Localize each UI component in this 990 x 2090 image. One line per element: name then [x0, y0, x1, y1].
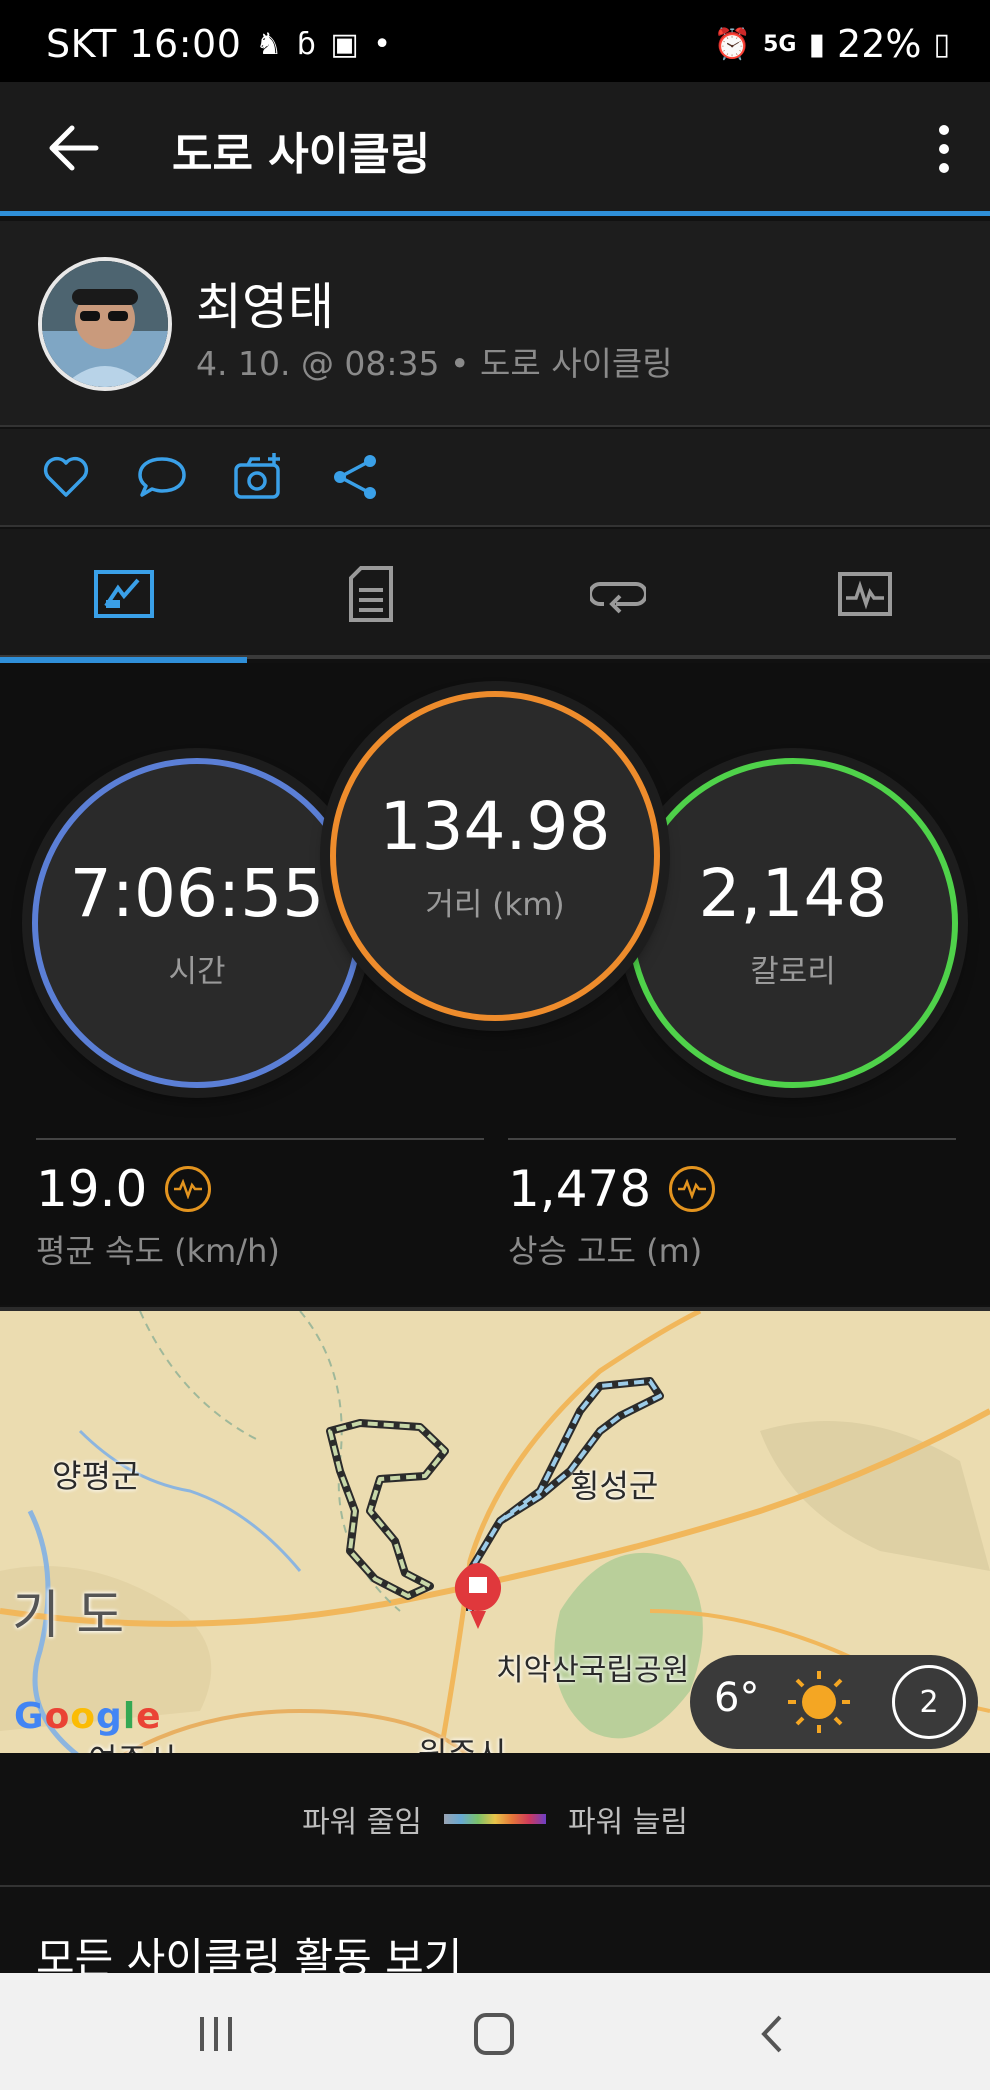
wind-speed: 2: [919, 1684, 939, 1720]
laps-icon: [589, 582, 646, 614]
distance-ring: 134.98 거리 (km): [330, 691, 660, 1021]
google-logo: Google: [14, 1696, 162, 1737]
overview-icon: [93, 570, 154, 618]
status-left: SKT 16:00 ♞ ɓ ▣ •: [46, 22, 391, 66]
home-icon[interactable]: [464, 2009, 524, 2059]
ascent-value: 1,478: [508, 1160, 652, 1218]
wind-indicator: 2: [892, 1665, 966, 1739]
tab-charts[interactable]: [741, 529, 988, 659]
notification-icon: ♞: [255, 26, 283, 62]
performance-icon[interactable]: [165, 1166, 212, 1212]
like-icon[interactable]: [40, 451, 92, 503]
details-icon: [348, 566, 393, 622]
map-label-gido: 기 도: [12, 1586, 125, 1646]
tab-laps[interactable]: [494, 529, 741, 659]
calories-ring: 2,148 칼로리: [628, 758, 958, 1088]
activity-subtitle: 4. 10. @ 08:35 • 도로 사이클링: [196, 344, 673, 383]
battery-icon: ▯: [933, 26, 950, 62]
distance-value: 134.98: [379, 788, 611, 865]
sun-icon: [788, 1671, 850, 1733]
power-gradient-bar: [444, 1814, 546, 1824]
action-row: [0, 429, 990, 527]
time-value: 7:06:55: [69, 855, 325, 932]
route-map[interactable]: 양평군 횡성군 기 도 치악산국립공원 원주시 여주시 Google 6° 2: [0, 1307, 990, 1753]
ascent-label: 상승 고도 (m): [508, 1232, 703, 1270]
map-label-chiaksan: 치악산국립공원: [496, 1653, 690, 1688]
back-icon[interactable]: [742, 2009, 802, 2059]
recent-apps-icon[interactable]: [186, 2009, 246, 2059]
calories-value: 2,148: [698, 855, 888, 932]
map-label-hoengseong: 횡성군: [570, 1467, 659, 1505]
calories-label: 칼로리: [750, 954, 836, 990]
page-title: 도로 사이클링: [172, 129, 431, 180]
more-options-icon[interactable]: [934, 124, 954, 174]
map-label-yangpyeong: 양평군: [52, 1457, 141, 1495]
back-arrow-icon[interactable]: [44, 118, 104, 178]
alarm-icon: ⏰: [713, 26, 752, 62]
comment-icon[interactable]: [136, 451, 188, 503]
status-right: ⏰ 5G ▮ 22% ▯: [714, 22, 950, 66]
add-photo-icon[interactable]: [232, 451, 284, 503]
avg-speed-metric: 19.0 평균 속도 (km/h): [36, 1138, 484, 1272]
signal-icon: ▮: [808, 26, 826, 62]
tab-bar: [0, 529, 990, 663]
charts-icon: [837, 572, 892, 616]
share-icon[interactable]: [330, 451, 382, 503]
network-type: 5G: [763, 31, 797, 57]
system-nav-bar: [0, 1973, 990, 2090]
performance-icon[interactable]: [669, 1166, 716, 1212]
distance-label: 거리 (km): [425, 887, 565, 923]
tab-details[interactable]: [247, 529, 494, 659]
app-bar: 도로 사이클링: [0, 82, 990, 216]
tab-overview[interactable]: [0, 529, 247, 663]
map-label-wonju: 원주시: [418, 1729, 506, 1753]
user-name: 최영태: [196, 278, 334, 336]
status-bar: SKT 16:00 ♞ ɓ ▣ • ⏰ 5G ▮ 22% ▯: [0, 0, 990, 82]
activity-header: 최영태 4. 10. @ 08:35 • 도로 사이클링: [0, 221, 990, 427]
ascent-metric: 1,478 상승 고도 (m): [508, 1138, 956, 1272]
avg-speed-value: 19.0: [36, 1160, 148, 1218]
app-b-icon: ɓ: [296, 26, 317, 62]
stats-panel: 7:06:55 시간 2,148 칼로리 134.98 거리 (km) 19.0…: [0, 663, 990, 1305]
legend-high-label: 파워 늘림: [568, 1805, 688, 1840]
weather-widget: 6° 2: [690, 1655, 978, 1749]
carrier-time: SKT 16:00: [46, 22, 242, 66]
more-notifications-icon: •: [373, 26, 392, 62]
map-app-icon: ▣: [330, 26, 360, 62]
time-ring: 7:06:55 시간: [32, 758, 362, 1088]
avatar[interactable]: [38, 257, 172, 391]
legend-low-label: 파워 줄임: [302, 1805, 422, 1840]
avg-speed-label: 평균 속도 (km/h): [36, 1232, 280, 1270]
temperature: 6°: [714, 1675, 760, 1721]
map-label-yeoju: 여주시: [88, 1735, 176, 1753]
power-legend: 파워 줄임 파워 늘림: [0, 1753, 990, 1887]
time-label: 시간: [168, 954, 226, 990]
battery-level: 22%: [837, 22, 922, 66]
